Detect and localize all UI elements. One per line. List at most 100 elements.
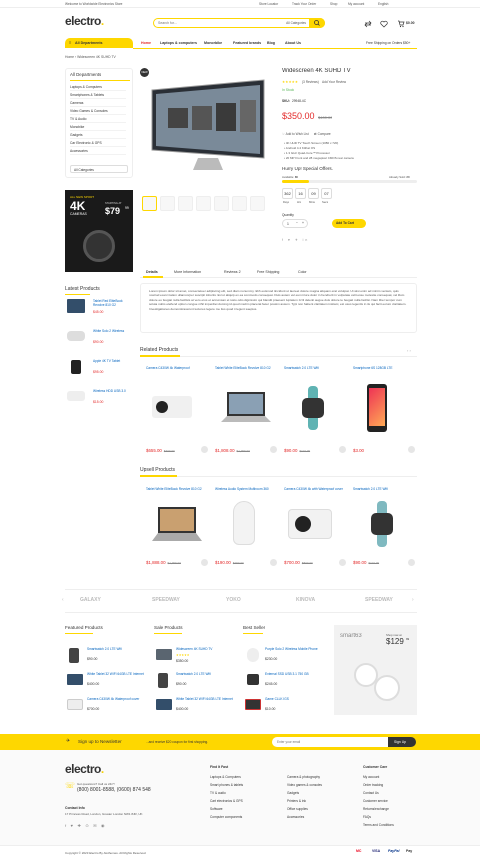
add-to-cart-icon[interactable] xyxy=(408,446,415,453)
footer-link[interactable]: TV & audio xyxy=(210,791,226,795)
wishlist-link[interactable]: ♡ Add to Wish List xyxy=(282,132,309,136)
product-card[interactable]: Camera C430W 4k Waterproof $655.00 $700.0… xyxy=(146,366,208,466)
store-locator-link[interactable]: Store Locator xyxy=(259,2,278,6)
my-account-link[interactable]: My account xyxy=(348,2,364,6)
list-item[interactable]: Apple 4K TV Tablet $95.00 xyxy=(65,357,145,377)
brand-logo[interactable]: GALAXY xyxy=(80,597,101,603)
sidebar-item-gadgets[interactable]: Gadgets xyxy=(70,133,126,139)
minus-icon[interactable]: − xyxy=(296,221,298,225)
footer-link[interactable]: FAQs xyxy=(363,815,371,819)
sidebar-item-tv-audio[interactable]: TV & Audio xyxy=(70,117,126,123)
product-card[interactable]: Camera C430W 4k with Waterproof cover $7… xyxy=(284,487,346,587)
product-name[interactable]: White Tablet 32 WIFI 64GB LTE Internet xyxy=(176,697,234,701)
product-name[interactable]: White Tablet 32 WIFI 64GB LTE Internet xyxy=(87,672,145,676)
language-select[interactable]: English xyxy=(378,2,388,6)
sidebar-item-laptops[interactable]: Laptops & Computers xyxy=(70,85,126,91)
list-item[interactable]: Tablet Red EliteBook Revolve 810 G2 $45.… xyxy=(65,297,145,317)
plus-icon[interactable]: + xyxy=(302,221,304,225)
list-item[interactable]: Widescreen 4K SUHD TV ★★★★★ $350.00 xyxy=(154,645,234,665)
nav-blog[interactable]: Blog xyxy=(267,41,275,45)
tab-reviews[interactable]: Reviews 2 xyxy=(224,270,241,274)
quantity-value[interactable]: 1 xyxy=(287,222,289,226)
carousel-prev-arrow[interactable]: ‹ xyxy=(62,597,64,603)
sidebar-item-video-games[interactable]: Video Games & Consoles xyxy=(70,109,126,115)
thumbnail[interactable] xyxy=(160,196,175,211)
footer-link[interactable]: Customer service xyxy=(363,799,388,803)
sidebar-category-select[interactable]: All Categories xyxy=(70,165,128,173)
footer-link[interactable]: Video games & consoles xyxy=(287,783,322,787)
footer-link[interactable]: Accessories xyxy=(287,815,304,819)
smart-promo-banner[interactable]: smart63 Shop now at $129 99 xyxy=(334,625,417,715)
product-name[interactable]: Camera C430W 4k Waterproof xyxy=(146,366,208,370)
tab-details[interactable]: Details xyxy=(146,270,158,274)
product-name[interactable]: Smartwatch 2.0 LTE Wifi xyxy=(353,487,415,491)
compare-icon[interactable] xyxy=(364,20,372,28)
tab-free-shipping[interactable]: Free Shipping xyxy=(257,270,279,274)
newsletter-email-input[interactable] xyxy=(272,737,388,747)
list-item[interactable]: Smartwatch 2.0 LTE Wifi $90.00 xyxy=(154,670,234,690)
sidebar-item-smartphones[interactable]: Smartphones & Tablets xyxy=(70,93,126,99)
list-item[interactable]: Camera C430W 4k Waterproof cover $700.00 xyxy=(65,695,145,715)
footer-link[interactable]: Returns/exchange xyxy=(363,807,389,811)
add-review-link[interactable]: Add Your Review xyxy=(322,80,346,84)
add-to-cart-button[interactable]: Add To Cart xyxy=(332,219,366,228)
list-item[interactable]: White Solo 2 Wireless $90.00 xyxy=(65,327,145,347)
product-card[interactable]: Tablet White EliteBook Revolve 810 G2 $1… xyxy=(215,366,277,466)
list-item[interactable]: White Tablet 32 WIFI 64GB LTE Internet $4… xyxy=(154,695,234,715)
tv-image[interactable] xyxy=(148,78,268,178)
footer-link[interactable]: Software xyxy=(210,807,223,811)
footer-logo[interactable]: electro. xyxy=(65,762,104,776)
product-name[interactable]: Tablet Red EliteBook Revolve 810 G2 xyxy=(93,299,133,307)
product-name[interactable]: Tablet White EliteBook Revolve 810 G2 xyxy=(215,366,277,370)
search-category-select[interactable]: All Categories xyxy=(286,21,306,25)
sidebar-item-car-electronics[interactable]: Car Electronic & GPS xyxy=(70,141,126,147)
nav-about[interactable]: About Us xyxy=(285,41,301,45)
wishlist-heart-icon[interactable] xyxy=(380,20,388,28)
review-count[interactable]: (3 Reviews) xyxy=(302,80,319,84)
list-item[interactable]: Game CLLK IGS $10.00 xyxy=(243,695,323,715)
product-name[interactable]: Camera C430W 4k with Waterproof cover xyxy=(284,487,346,491)
footer-link[interactable]: Office supplies xyxy=(287,807,308,811)
product-card[interactable]: Smartphone 6S 128GB LTE $3.00 xyxy=(353,366,415,466)
tab-color[interactable]: Color xyxy=(298,270,307,274)
breadcrumb-home[interactable]: Home xyxy=(65,55,74,59)
quantity-stepper[interactable]: 1 − + xyxy=(282,219,308,228)
brand-logo[interactable]: YOKO xyxy=(226,597,241,603)
add-to-cart-icon[interactable] xyxy=(270,559,277,566)
product-card[interactable]: Smartwatch 2.0 LTE Wifi $90.00 $110.00 xyxy=(353,487,415,587)
product-card[interactable]: Tablet White EliteBook Revolve 810 G2 $1… xyxy=(146,487,208,587)
thumbnail[interactable] xyxy=(232,196,247,211)
nav-featured-brands[interactable]: Featured brands xyxy=(233,41,261,45)
product-name[interactable]: Smartwatch 2.0 LTE Wifi xyxy=(176,672,234,676)
footer-link[interactable]: Printers & ink xyxy=(287,799,306,803)
sidebar-item-accessories[interactable]: Accessories xyxy=(70,149,126,155)
list-item[interactable]: External SSD USB 3.1 750 GB $245.00 xyxy=(243,670,323,690)
footer-link[interactable]: Gadgets xyxy=(287,791,299,795)
footer-link[interactable]: Cart electronics & GPS xyxy=(210,799,243,803)
compare-link[interactable]: ⇄ Compare xyxy=(314,132,331,136)
product-name[interactable]: Smartphone 6S 128GB LTE xyxy=(353,366,415,370)
search-input[interactable] xyxy=(158,20,268,26)
brand-logo[interactable]: KINOVA xyxy=(296,597,315,603)
product-name[interactable]: External SSD USB 3.1 750 GB xyxy=(265,672,323,676)
product-name[interactable]: Tablet White EliteBook Revolve 810 G2 xyxy=(146,487,208,491)
product-name[interactable]: Smartwatch 2.0 LTE Wifi xyxy=(87,647,145,651)
product-name[interactable]: Apple 4K TV Tablet xyxy=(93,359,133,363)
footer-link[interactable]: Smart phones & tablets xyxy=(210,783,243,787)
add-to-cart-icon[interactable] xyxy=(201,446,208,453)
footer-link[interactable]: Camera & photography xyxy=(287,775,320,779)
add-to-cart-icon[interactable] xyxy=(339,559,346,566)
thumbnail[interactable] xyxy=(250,196,265,211)
nav-laptops[interactable]: Laptops & computers xyxy=(160,41,197,45)
list-item[interactable]: White Tablet 32 WIFI 64GB LTE Internet $4… xyxy=(65,670,145,690)
footer-link[interactable]: My account xyxy=(363,775,379,779)
product-name[interactable]: Wireless Audio System Multiroom 360 xyxy=(215,487,277,491)
brand-logo[interactable]: SPEEDWAY xyxy=(152,597,180,603)
list-item[interactable]: Wireless HDD USB 3.0 $15.00 xyxy=(65,387,145,407)
add-to-cart-icon[interactable] xyxy=(270,446,277,453)
list-item[interactable]: Purple Solo 2 Wireless Mobile Phone $230.… xyxy=(243,645,323,665)
product-name[interactable]: Smartwatch 2.0 LTE Wifi xyxy=(284,366,346,370)
carousel-next-arrow[interactable]: › xyxy=(412,597,414,603)
carousel-arrows[interactable]: ‹ › xyxy=(407,348,411,353)
nav-home[interactable]: Home xyxy=(141,41,151,45)
